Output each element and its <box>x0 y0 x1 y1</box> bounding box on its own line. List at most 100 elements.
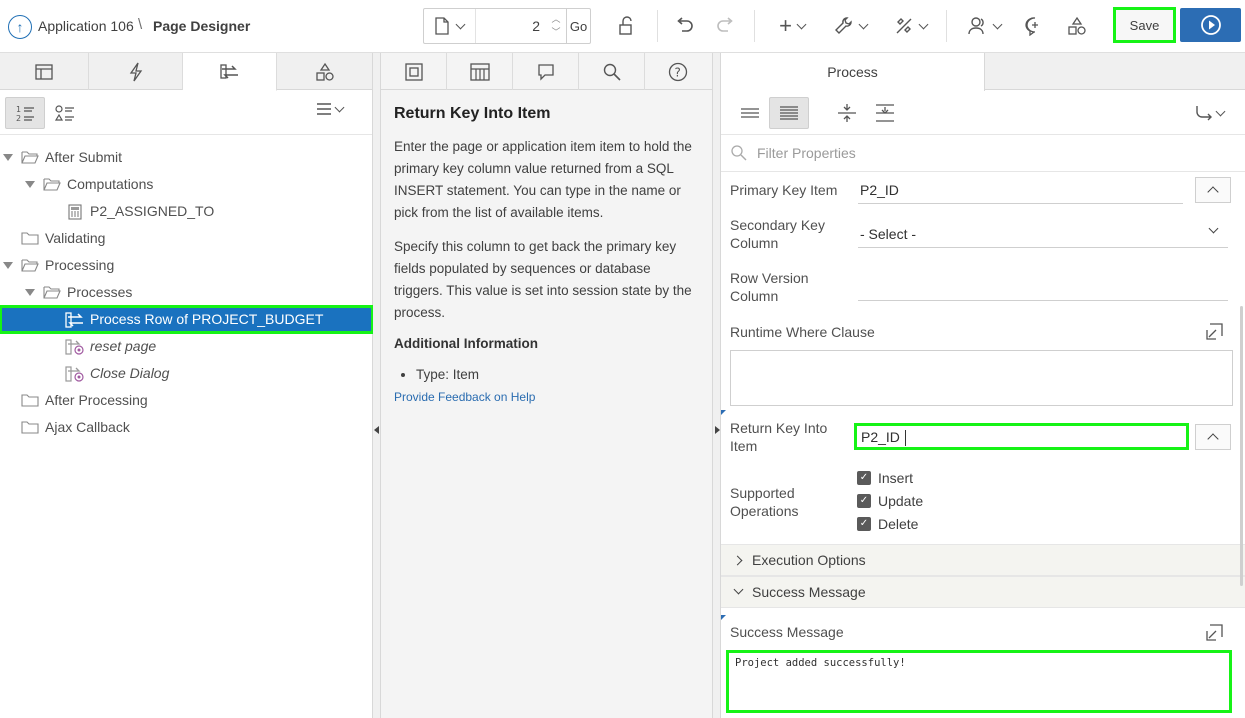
expand-editor-icon[interactable] <box>1206 322 1224 340</box>
tab-processing[interactable] <box>183 53 277 91</box>
tree-node[interactable]: Processes <box>0 279 373 306</box>
app-home-icon[interactable]: ↑ <box>8 15 32 39</box>
update-checkbox[interactable]: ✓ <box>857 494 871 508</box>
tab-gallery[interactable] <box>447 53 513 90</box>
secondary-key-column-select[interactable]: - Select - <box>860 226 916 242</box>
tree-node[interactable]: Processing <box>0 252 373 279</box>
page-icon <box>435 17 449 35</box>
chevron-down-icon[interactable] <box>1208 223 1219 234</box>
show-common-button[interactable] <box>730 97 770 129</box>
chevron-down-icon <box>858 19 868 29</box>
expand-toggle-icon[interactable] <box>3 262 13 269</box>
return-key-into-item-input[interactable]: P2_ID <box>854 423 1189 450</box>
collapse-all-icon <box>838 104 856 122</box>
tree-node[interactable]: Process Row of PROJECT_BUDGET <box>0 305 374 334</box>
go-to-group-button[interactable] <box>1191 97 1227 129</box>
property-scrollbar[interactable] <box>1240 306 1243 586</box>
gallery-icon <box>469 62 490 81</box>
modified-marker <box>721 615 726 620</box>
page-number-input[interactable]: 2 <box>476 9 546 43</box>
plus-icon: + <box>779 13 792 38</box>
tab-comments[interactable] <box>513 53 579 90</box>
tree-node[interactable]: Validating <box>0 225 373 252</box>
tree-node[interactable]: After Processing <box>0 387 373 414</box>
primary-key-item-picker-button[interactable] <box>1195 177 1231 203</box>
view-component-type-button[interactable] <box>45 97 85 129</box>
go-button[interactable]: Go <box>566 9 590 43</box>
collapse-left-icon[interactable] <box>374 426 379 434</box>
redo-button[interactable] <box>713 10 737 42</box>
property-editor: Process Filter Properties Primary Key It… <box>721 53 1245 718</box>
app-name-link[interactable]: Application 106 <box>38 18 134 34</box>
expand-toggle-icon[interactable] <box>25 289 35 296</box>
utilities-menu-button[interactable] <box>830 10 870 42</box>
tree-node[interactable]: Close Dialog <box>0 360 373 387</box>
svg-text:1: 1 <box>16 105 21 114</box>
tree-node[interactable]: Ajax Callback <box>0 414 373 441</box>
page-type-menu[interactable] <box>424 9 476 43</box>
success-message-textarea[interactable]: Project added successfully! <box>726 650 1232 713</box>
comments-button[interactable] <box>1024 10 1046 42</box>
show-all-button[interactable] <box>769 97 809 129</box>
filter-properties[interactable]: Filter Properties <box>721 135 1245 172</box>
tree-node-label: P2_ASSIGNED_TO <box>90 203 215 219</box>
success-message-section[interactable]: Success Message <box>721 576 1245 608</box>
success-message-section-title: Success Message <box>752 584 866 600</box>
left-splitter[interactable] <box>373 53 381 718</box>
update-checkbox-label[interactable]: Update <box>878 493 923 509</box>
tab-help[interactable]: ? <box>645 53 711 90</box>
chevron-up-icon[interactable]: ︿ <box>551 13 560 26</box>
collapse-all-button[interactable] <box>827 97 867 129</box>
rendering-icon <box>35 63 53 80</box>
help-paragraph: Enter the page or application item item … <box>394 139 692 220</box>
runtime-where-clause-textarea[interactable] <box>730 350 1233 406</box>
view-processing-order-button[interactable]: 12 <box>5 97 45 129</box>
tab-dynamic-actions[interactable] <box>89 53 183 90</box>
insert-checkbox[interactable]: ✓ <box>857 471 871 485</box>
shapes-button[interactable] <box>1066 10 1088 42</box>
feedback-link[interactable]: Provide Feedback on Help <box>394 390 535 404</box>
tab-shared-components[interactable] <box>277 53 372 90</box>
help-paragraph: Specify this column to get back the prim… <box>394 239 692 320</box>
execution-options-title: Execution Options <box>752 552 866 568</box>
breadcrumb-separator: \ <box>138 16 143 33</box>
row-version-column-input[interactable] <box>858 300 1228 301</box>
list-dense-icon <box>780 106 798 120</box>
save-button[interactable]: Save <box>1113 7 1176 43</box>
delete-checkbox-label[interactable]: Delete <box>878 516 918 532</box>
chevron-down-icon <box>992 19 1002 29</box>
tree-node[interactable]: reset page <box>0 333 373 360</box>
shared-components-button[interactable] <box>890 10 930 42</box>
chevron-down-icon[interactable]: ﹀ <box>551 26 560 39</box>
delete-checkbox[interactable]: ✓ <box>857 517 871 531</box>
tab-process[interactable]: Process <box>721 53 985 91</box>
page-number-stepper[interactable]: ︿ ﹀ <box>546 9 566 43</box>
process-icon <box>219 63 238 79</box>
lock-button[interactable] <box>614 10 640 42</box>
tab-messages[interactable] <box>381 53 447 90</box>
expand-editor-icon[interactable] <box>1206 623 1224 641</box>
tree-node[interactable]: Computations <box>0 171 373 198</box>
tab-search[interactable] <box>579 53 645 90</box>
tree-node[interactable]: After Submit <box>0 144 373 171</box>
collapse-right-icon[interactable] <box>715 426 720 434</box>
return-key-into-item-picker-button[interactable] <box>1195 424 1231 450</box>
team-dev-button[interactable] <box>966 10 1002 42</box>
insert-checkbox-label[interactable]: Insert <box>878 470 913 486</box>
tree-node[interactable]: P2_ASSIGNED_TO <box>0 198 373 225</box>
folder-icon <box>21 393 39 410</box>
expand-toggle-icon[interactable] <box>25 181 35 188</box>
expand-all-button[interactable] <box>865 97 905 129</box>
primary-key-item-input[interactable]: P2_ID <box>860 182 899 198</box>
tab-rendering[interactable] <box>0 53 89 90</box>
expand-toggle-icon[interactable] <box>3 154 13 161</box>
undo-button[interactable] <box>673 10 697 42</box>
create-menu-button[interactable]: + <box>774 10 810 42</box>
ordered-list-icon: 12 <box>16 105 34 122</box>
help-additional-heading: Additional Information <box>394 336 538 351</box>
filter-properties-input[interactable]: Filter Properties <box>757 145 856 161</box>
run-page-button[interactable] <box>1180 8 1241 42</box>
tree-menu-button[interactable] <box>316 102 345 116</box>
execution-options-section[interactable]: Execution Options <box>721 544 1245 576</box>
right-splitter[interactable] <box>712 53 721 718</box>
